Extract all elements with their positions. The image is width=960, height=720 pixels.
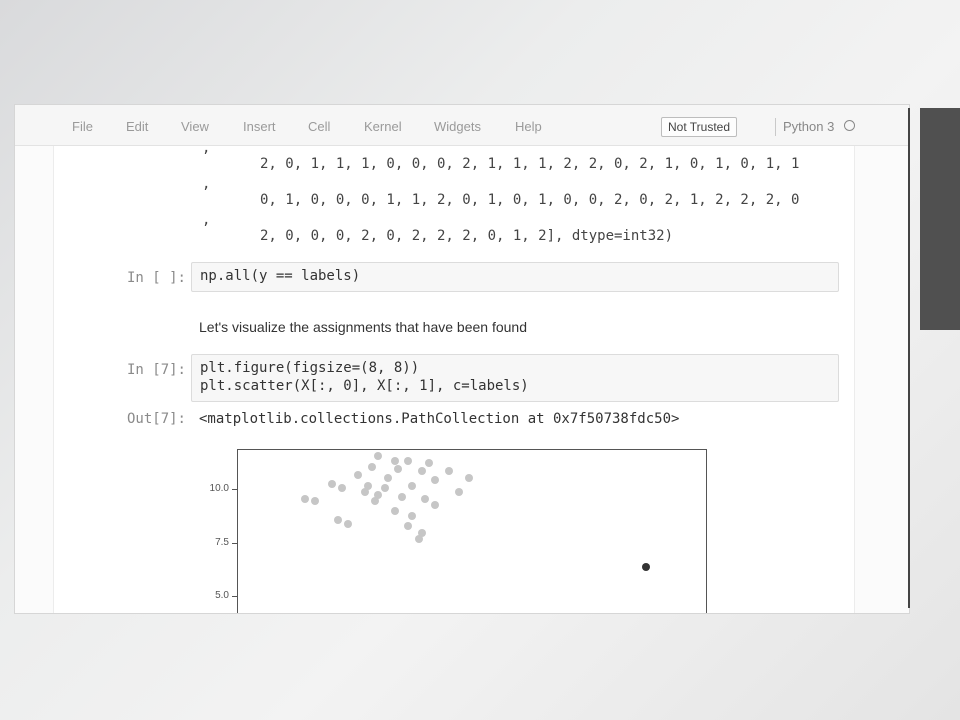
scatter-point [421, 494, 430, 503]
scatter-point [334, 515, 343, 524]
scatter-point [384, 473, 393, 482]
scatter-point [431, 475, 440, 484]
ytick [232, 489, 237, 490]
menu-cell[interactable]: Cell [308, 119, 330, 134]
menu-view[interactable]: View [181, 119, 209, 134]
scatter-point [424, 458, 433, 467]
menu-insert[interactable]: Insert [243, 119, 276, 134]
menu-kernel[interactable]: Kernel [364, 119, 402, 134]
scatter-point [397, 492, 406, 501]
array-output-line: 0, 1, 0, 0, 0, 1, 1, 2, 0, 1, 0, 1, 0, 0… [260, 192, 800, 208]
input-prompt: In [7]: [126, 362, 186, 378]
ytick-label: 7.5 [215, 537, 229, 548]
scatter-point [354, 471, 363, 480]
array-comma: , [202, 140, 211, 156]
scatter-point [404, 456, 413, 465]
side-panel [920, 108, 960, 330]
kernel-separator [775, 118, 776, 136]
code-line: plt.scatter(X[:, 0], X[:, 1], c=labels) [200, 378, 529, 394]
scatter-point [431, 501, 440, 510]
menu-file[interactable]: File [72, 119, 93, 134]
ytick-label: 10.0 [209, 483, 229, 494]
scatter-point [371, 496, 380, 505]
scatter-point [310, 496, 319, 505]
notebook-window: File Edit View Insert Cell Kernel Widget… [14, 104, 910, 614]
output-prompt: Out[7]: [126, 411, 186, 427]
markdown-text: Let's visualize the assignments that hav… [199, 319, 527, 335]
scatter-point [374, 452, 383, 461]
scatter-point [391, 456, 400, 465]
ytick-label: 5.0 [215, 590, 229, 601]
scatter-point [327, 479, 336, 488]
not-trusted-badge[interactable]: Not Trusted [661, 117, 738, 137]
code-line: np.all(y == labels) [200, 268, 361, 284]
scatter-plot [237, 449, 707, 613]
ytick [232, 596, 237, 597]
kernel-status-icon [844, 120, 855, 131]
scatter-point [414, 535, 423, 544]
array-output-line: 2, 0, 1, 1, 1, 0, 0, 0, 2, 1, 1, 1, 2, 2… [260, 156, 800, 172]
array-comma: , [202, 212, 211, 228]
output-text: <matplotlib.collections.PathCollection a… [199, 411, 680, 427]
kernel-name: Python 3 [783, 119, 835, 134]
code-cell-input[interactable]: np.all(y == labels) [191, 262, 839, 292]
scatter-point [444, 467, 453, 476]
code-line: plt.figure(figsize=(8, 8)) [200, 360, 420, 376]
scatter-point [361, 488, 370, 497]
menu-help[interactable]: Help [515, 119, 542, 134]
scatter-point [407, 482, 416, 491]
input-prompt: In [ ]: [126, 270, 186, 286]
scatter-point [394, 465, 403, 474]
scatter-point [391, 507, 400, 516]
scatter-point [344, 520, 353, 529]
array-output-line: 2, 0, 0, 0, 2, 0, 2, 2, 2, 0, 1, 2], dty… [260, 228, 674, 244]
array-comma: , [202, 176, 211, 192]
menu-edit[interactable]: Edit [126, 119, 148, 134]
scatter-point [367, 462, 376, 471]
scatter-point [381, 484, 390, 493]
scatter-point [641, 562, 650, 571]
scatter-point [300, 494, 309, 503]
menu-widgets[interactable]: Widgets [434, 119, 481, 134]
window-edge [908, 108, 910, 608]
scatter-point [454, 488, 463, 497]
ytick [232, 543, 237, 544]
scatter-point [407, 511, 416, 520]
code-cell-input[interactable]: plt.figure(figsize=(8, 8)) plt.scatter(X… [191, 354, 839, 402]
scatter-point [337, 484, 346, 493]
scatter-point [464, 473, 473, 482]
scatter-point [404, 522, 413, 531]
menubar: File Edit View Insert Cell Kernel Widget… [15, 105, 909, 146]
scatter-point [417, 467, 426, 476]
